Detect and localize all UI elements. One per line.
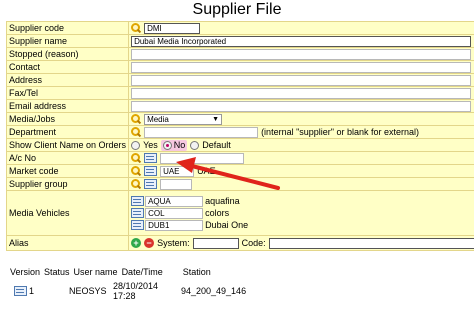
record-card-icon[interactable]	[144, 179, 158, 189]
radio-default-label: Default	[202, 140, 231, 150]
media-vehicles-list: AQUA aquafina COL colors DUB1 Dubai One	[131, 195, 474, 232]
market-code-input[interactable]: UAE	[160, 165, 195, 177]
media-vehicles-row: Media Vehicles AQUA aquafina COL colors …	[5, 190, 474, 236]
page-title: Supplier File	[192, 1, 282, 18]
radio-no[interactable]	[162, 140, 172, 150]
record-card-icon[interactable]	[131, 220, 145, 230]
version-history: Version Status User name Date/Time Stati…	[10, 267, 468, 301]
alias-system-input[interactable]	[192, 237, 239, 249]
col-station: Station	[182, 267, 211, 277]
fax-tel-input[interactable]	[131, 87, 472, 99]
vehicle-name: aquafina	[205, 196, 240, 206]
ac-no-label: A/c No	[5, 151, 130, 165]
chevron-down-icon: ▼	[212, 115, 220, 123]
supplier-group-input[interactable]	[160, 178, 193, 190]
col-version: Version	[10, 267, 41, 277]
media-jobs-label: Media/Jobs	[5, 112, 130, 126]
market-code-label: Market code	[5, 164, 130, 178]
supplier-code-row: Supplier code DMI	[5, 21, 474, 35]
lookup-search-icon[interactable]	[131, 127, 141, 137]
lookup-search-icon[interactable]	[131, 179, 141, 189]
version-value[interactable]: 1	[29, 286, 69, 296]
radio-no-wrapper[interactable]: No	[160, 139, 188, 151]
version-row: 1 NEOSYS 28/10/2014 17:28 94_200_49_146	[10, 281, 468, 301]
email-label: Email address	[5, 99, 130, 113]
record-card-icon[interactable]	[14, 286, 27, 296]
supplier-name-row: Supplier name Dubai Media Incorporated	[5, 34, 474, 48]
alias-row: Alias + − System: Code:	[5, 235, 474, 251]
alias-label: Alias	[5, 235, 130, 251]
media-jobs-value: Media	[147, 114, 169, 124]
datetime-value: 28/10/2014 17:28	[113, 281, 159, 301]
alias-system-label: System:	[157, 238, 190, 248]
alias-code-label: Code:	[241, 238, 266, 248]
address-row: Address	[5, 73, 474, 87]
department-label: Department	[5, 125, 130, 139]
vehicle-code[interactable]: DUB1	[145, 219, 204, 231]
record-card-icon[interactable]	[144, 153, 158, 163]
vehicle-code[interactable]: COL	[145, 207, 204, 219]
station-value: 94_200_49_146	[181, 286, 247, 296]
media-jobs-select[interactable]: Media ▼	[144, 113, 223, 125]
department-input[interactable]	[144, 126, 259, 138]
supplier-code-label: Supplier code	[5, 21, 130, 35]
supplier-name-label: Supplier name	[5, 34, 130, 48]
show-client-label: Show Client Name on Orders	[5, 138, 130, 152]
record-card-icon[interactable]	[144, 166, 158, 176]
col-datetime: Date/Time	[121, 267, 163, 277]
supplier-group-row: Supplier group	[5, 177, 474, 191]
record-card-icon[interactable]	[131, 196, 145, 206]
radio-yes-label: Yes	[143, 140, 158, 150]
lookup-search-icon[interactable]	[131, 114, 141, 124]
vehicle-code[interactable]: AQUA	[145, 195, 204, 207]
col-status: Status	[44, 267, 70, 277]
supplier-code-input[interactable]: DMI	[144, 22, 201, 34]
show-client-row: Show Client Name on Orders Yes No Defaul…	[5, 138, 474, 152]
email-row: Email address	[5, 99, 474, 113]
lookup-search-icon[interactable]	[131, 153, 141, 163]
radio-default[interactable]	[190, 140, 200, 150]
ac-no-row: A/c No	[5, 151, 474, 165]
alias-code-input[interactable]	[268, 237, 474, 249]
supplier-name-input[interactable]: Dubai Media Incorporated	[131, 35, 472, 47]
radio-yes[interactable]	[131, 140, 141, 150]
vehicle-name: colors	[205, 208, 230, 218]
col-user: User name	[73, 267, 118, 277]
lookup-search-icon[interactable]	[131, 166, 141, 176]
stopped-input[interactable]	[131, 48, 472, 60]
address-label: Address	[5, 73, 130, 87]
contact-row: Contact	[5, 60, 474, 74]
version-history-header: Version Status User name Date/Time Stati…	[10, 267, 468, 277]
market-code-desc: UAE	[197, 166, 216, 176]
stopped-label: Stopped (reason)	[5, 47, 130, 61]
market-code-row: Market code UAE UAE	[5, 164, 474, 178]
department-hint: (internal "supplier" or blank for extern…	[261, 127, 420, 137]
user-value: NEOSYS	[69, 286, 107, 296]
add-icon[interactable]: +	[131, 238, 142, 248]
fax-tel-row: Fax/Tel	[5, 86, 474, 100]
department-row: Department (internal "supplier" or blank…	[5, 125, 474, 139]
radio-no-label: No	[173, 140, 186, 150]
ac-no-input[interactable]	[160, 152, 245, 164]
email-input[interactable]	[131, 100, 472, 112]
address-input[interactable]	[131, 74, 472, 86]
contact-input[interactable]	[131, 61, 472, 73]
record-card-icon[interactable]	[131, 208, 145, 218]
vehicle-name: Dubai One	[205, 220, 249, 230]
supplier-group-label: Supplier group	[5, 177, 130, 191]
contact-label: Contact	[5, 60, 130, 74]
supplier-form: Supplier code DMI Supplier name Dubai Me…	[5, 21, 474, 251]
lookup-search-icon[interactable]	[131, 23, 141, 33]
fax-tel-label: Fax/Tel	[5, 86, 130, 100]
media-jobs-row: Media/Jobs Media ▼	[5, 112, 474, 126]
remove-icon[interactable]: −	[144, 238, 155, 248]
stopped-row: Stopped (reason)	[5, 47, 474, 61]
media-vehicles-label: Media Vehicles	[5, 190, 130, 236]
